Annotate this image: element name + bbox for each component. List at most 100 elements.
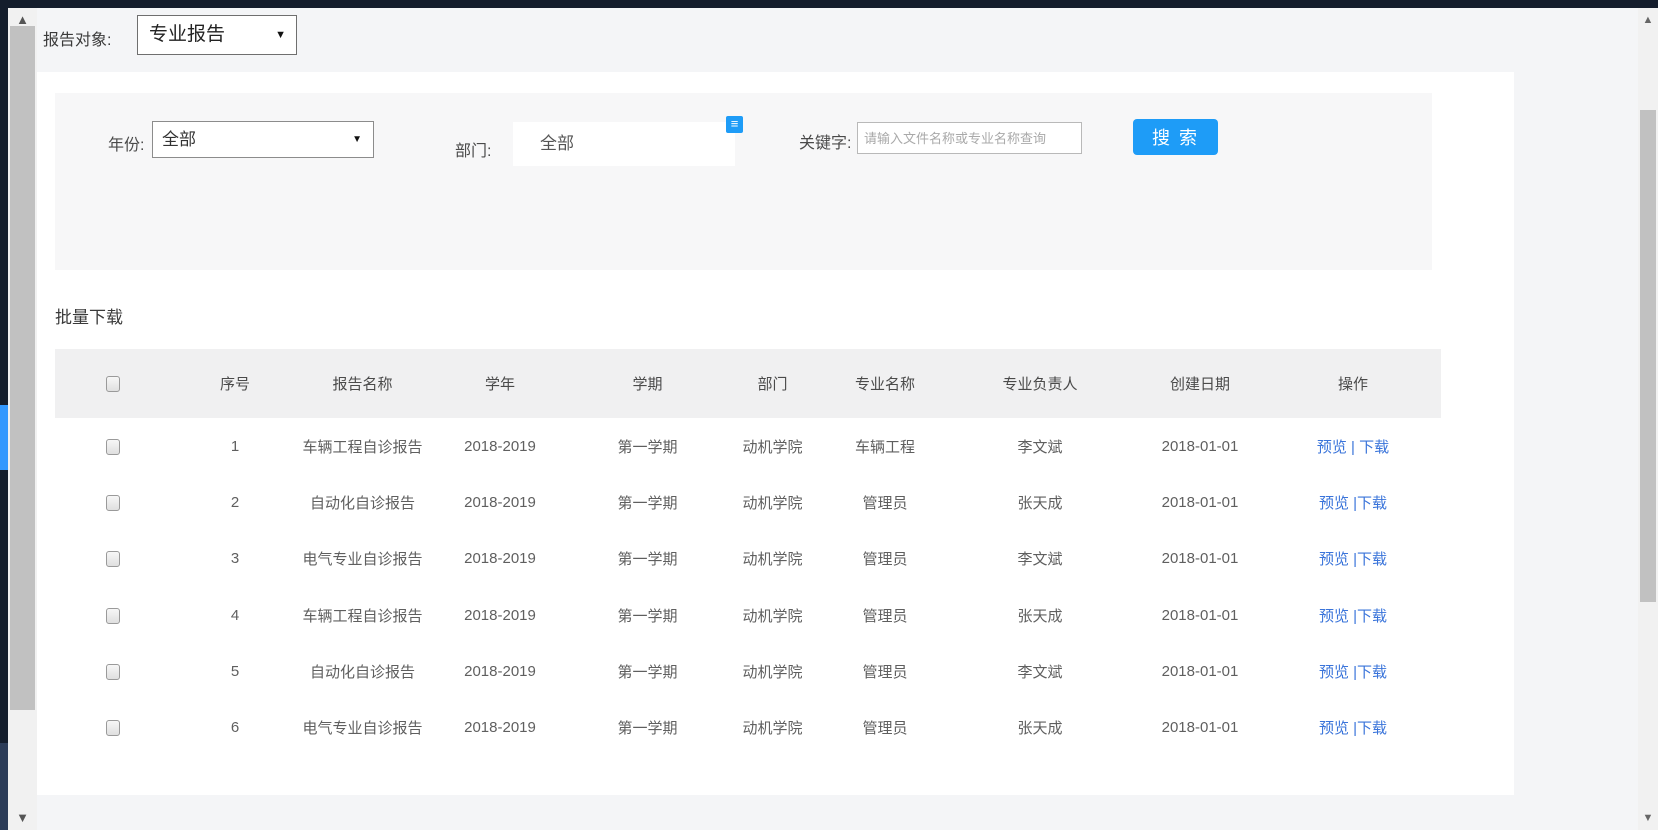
year-select[interactable]: 全部 ▼ xyxy=(152,121,374,158)
cell-date: 2018-01-01 xyxy=(1135,663,1265,680)
cell-major: 管理员 xyxy=(825,605,945,626)
menu-icon[interactable]: ≡ xyxy=(726,116,743,133)
cell-date: 2018-01-01 xyxy=(1135,607,1265,624)
keyword-label: 关键字: xyxy=(799,129,851,153)
cell-report-name: 自动化自诊报告 xyxy=(300,661,425,682)
download-link[interactable]: 下载 xyxy=(1357,608,1387,625)
row-checkbox[interactable] xyxy=(106,664,120,680)
action-separator: | xyxy=(1349,664,1357,681)
cell-year: 2018-2019 xyxy=(425,494,575,511)
cell-dept: 动机学院 xyxy=(720,436,825,457)
row-checkbox[interactable] xyxy=(106,551,120,567)
report-table: 序号 报告名称 学年 学期 部门 专业名称 专业负责人 创建日期 操作 1 车辆… xyxy=(55,349,1441,756)
cell-year: 2018-2019 xyxy=(425,663,575,680)
cell-report-name: 车辆工程自诊报告 xyxy=(300,436,425,457)
cell-actions: 预览 | 下载 xyxy=(1265,436,1441,457)
preview-link[interactable]: 预览 xyxy=(1319,495,1349,512)
cell-term: 第一学期 xyxy=(575,717,720,738)
table-row: 6 电气专业自诊报告 2018-2019 第一学期 动机学院 管理员 张天成 2… xyxy=(55,699,1441,755)
cell-no: 1 xyxy=(170,438,300,455)
cell-dept: 动机学院 xyxy=(720,661,825,682)
header-dept: 部门 xyxy=(720,373,825,394)
cell-no: 3 xyxy=(170,550,300,567)
cell-dept: 动机学院 xyxy=(720,548,825,569)
report-target-select[interactable]: 专业报告 ▼ xyxy=(137,15,297,55)
cell-year: 2018-2019 xyxy=(425,607,575,624)
page-scrollbar-thumb[interactable] xyxy=(1640,110,1656,602)
cell-date: 2018-01-01 xyxy=(1135,438,1265,455)
year-label: 年份: xyxy=(108,131,144,155)
cell-report-name: 自动化自诊报告 xyxy=(300,492,425,513)
year-value: 全部 xyxy=(162,130,196,149)
cell-term: 第一学期 xyxy=(575,492,720,513)
filter-panel xyxy=(55,93,1432,270)
inner-scrollbar-thumb[interactable] xyxy=(10,26,35,710)
cell-major: 管理员 xyxy=(825,492,945,513)
table-row: 2 自动化自诊报告 2018-2019 第一学期 动机学院 管理员 张天成 20… xyxy=(55,474,1441,530)
keyword-input[interactable] xyxy=(857,122,1082,154)
cell-no: 5 xyxy=(170,663,300,680)
cell-year: 2018-2019 xyxy=(425,438,575,455)
preview-link[interactable]: 预览 xyxy=(1319,551,1349,568)
header-leader: 专业负责人 xyxy=(945,373,1135,394)
preview-link[interactable]: 预览 xyxy=(1319,608,1349,625)
download-link[interactable]: 下载 xyxy=(1357,720,1387,737)
header-date: 创建日期 xyxy=(1135,373,1265,394)
cell-report-name: 电气专业自诊报告 xyxy=(300,717,425,738)
row-checkbox[interactable] xyxy=(106,608,120,624)
header-major: 专业名称 xyxy=(825,373,945,394)
cell-no: 4 xyxy=(170,607,300,624)
cell-year: 2018-2019 xyxy=(425,719,575,736)
cell-leader: 张天成 xyxy=(945,605,1135,626)
cell-dept: 动机学院 xyxy=(720,717,825,738)
department-label: 部门: xyxy=(455,137,491,161)
cell-leader: 李文斌 xyxy=(945,661,1135,682)
preview-link[interactable]: 预览 xyxy=(1317,439,1347,456)
cell-term: 第一学期 xyxy=(575,605,720,626)
header-actions: 操作 xyxy=(1265,373,1441,394)
cell-major: 车辆工程 xyxy=(825,436,945,457)
download-link[interactable]: 下载 xyxy=(1359,439,1389,456)
cell-date: 2018-01-01 xyxy=(1135,494,1265,511)
row-checkbox[interactable] xyxy=(106,720,120,736)
action-separator: | xyxy=(1349,551,1357,568)
cell-actions: 预览 |下载 xyxy=(1265,605,1441,626)
download-link[interactable]: 下载 xyxy=(1357,664,1387,681)
cell-major: 管理员 xyxy=(825,717,945,738)
scroll-down-icon[interactable]: ▼ xyxy=(1638,810,1658,826)
chevron-down-icon: ▼ xyxy=(275,16,286,54)
cell-leader: 张天成 xyxy=(945,717,1135,738)
action-separator: | xyxy=(1349,608,1357,625)
row-checkbox[interactable] xyxy=(106,439,120,455)
sidebar-edge xyxy=(0,8,8,830)
cell-date: 2018-01-01 xyxy=(1135,550,1265,567)
table-header-row: 序号 报告名称 学年 学期 部门 专业名称 专业负责人 创建日期 操作 xyxy=(55,349,1441,418)
download-link[interactable]: 下载 xyxy=(1357,551,1387,568)
sidebar-active-indicator xyxy=(0,405,8,470)
department-input[interactable]: 全部 xyxy=(513,122,735,166)
scroll-down-icon[interactable]: ▼ xyxy=(8,810,37,826)
cell-dept: 动机学院 xyxy=(720,605,825,626)
sidebar-secondary-segment xyxy=(0,743,8,830)
scroll-up-icon[interactable]: ▲ xyxy=(1638,12,1658,28)
cell-year: 2018-2019 xyxy=(425,550,575,567)
cell-no: 6 xyxy=(170,719,300,736)
row-checkbox[interactable] xyxy=(106,495,120,511)
preview-link[interactable]: 预览 xyxy=(1319,720,1349,737)
cell-leader: 李文斌 xyxy=(945,548,1135,569)
batch-download-label: 批量下载 xyxy=(55,303,123,328)
chevron-down-icon: ▼ xyxy=(352,122,362,157)
search-button[interactable]: 搜 索 xyxy=(1133,119,1218,155)
download-link[interactable]: 下载 xyxy=(1357,495,1387,512)
table-row: 1 车辆工程自诊报告 2018-2019 第一学期 动机学院 车辆工程 李文斌 … xyxy=(55,418,1441,474)
select-all-checkbox[interactable] xyxy=(106,376,120,392)
preview-link[interactable]: 预览 xyxy=(1319,664,1349,681)
cell-actions: 预览 |下载 xyxy=(1265,661,1441,682)
header-year: 学年 xyxy=(425,373,575,394)
cell-report-name: 电气专业自诊报告 xyxy=(300,548,425,569)
inner-vertical-scrollbar[interactable]: ▲ ▼ xyxy=(8,8,37,830)
table-body: 1 车辆工程自诊报告 2018-2019 第一学期 动机学院 车辆工程 李文斌 … xyxy=(55,418,1441,756)
cell-term: 第一学期 xyxy=(575,548,720,569)
table-row: 3 电气专业自诊报告 2018-2019 第一学期 动机学院 管理员 李文斌 2… xyxy=(55,531,1441,587)
page-vertical-scrollbar[interactable]: ▲ ▼ xyxy=(1638,8,1658,830)
